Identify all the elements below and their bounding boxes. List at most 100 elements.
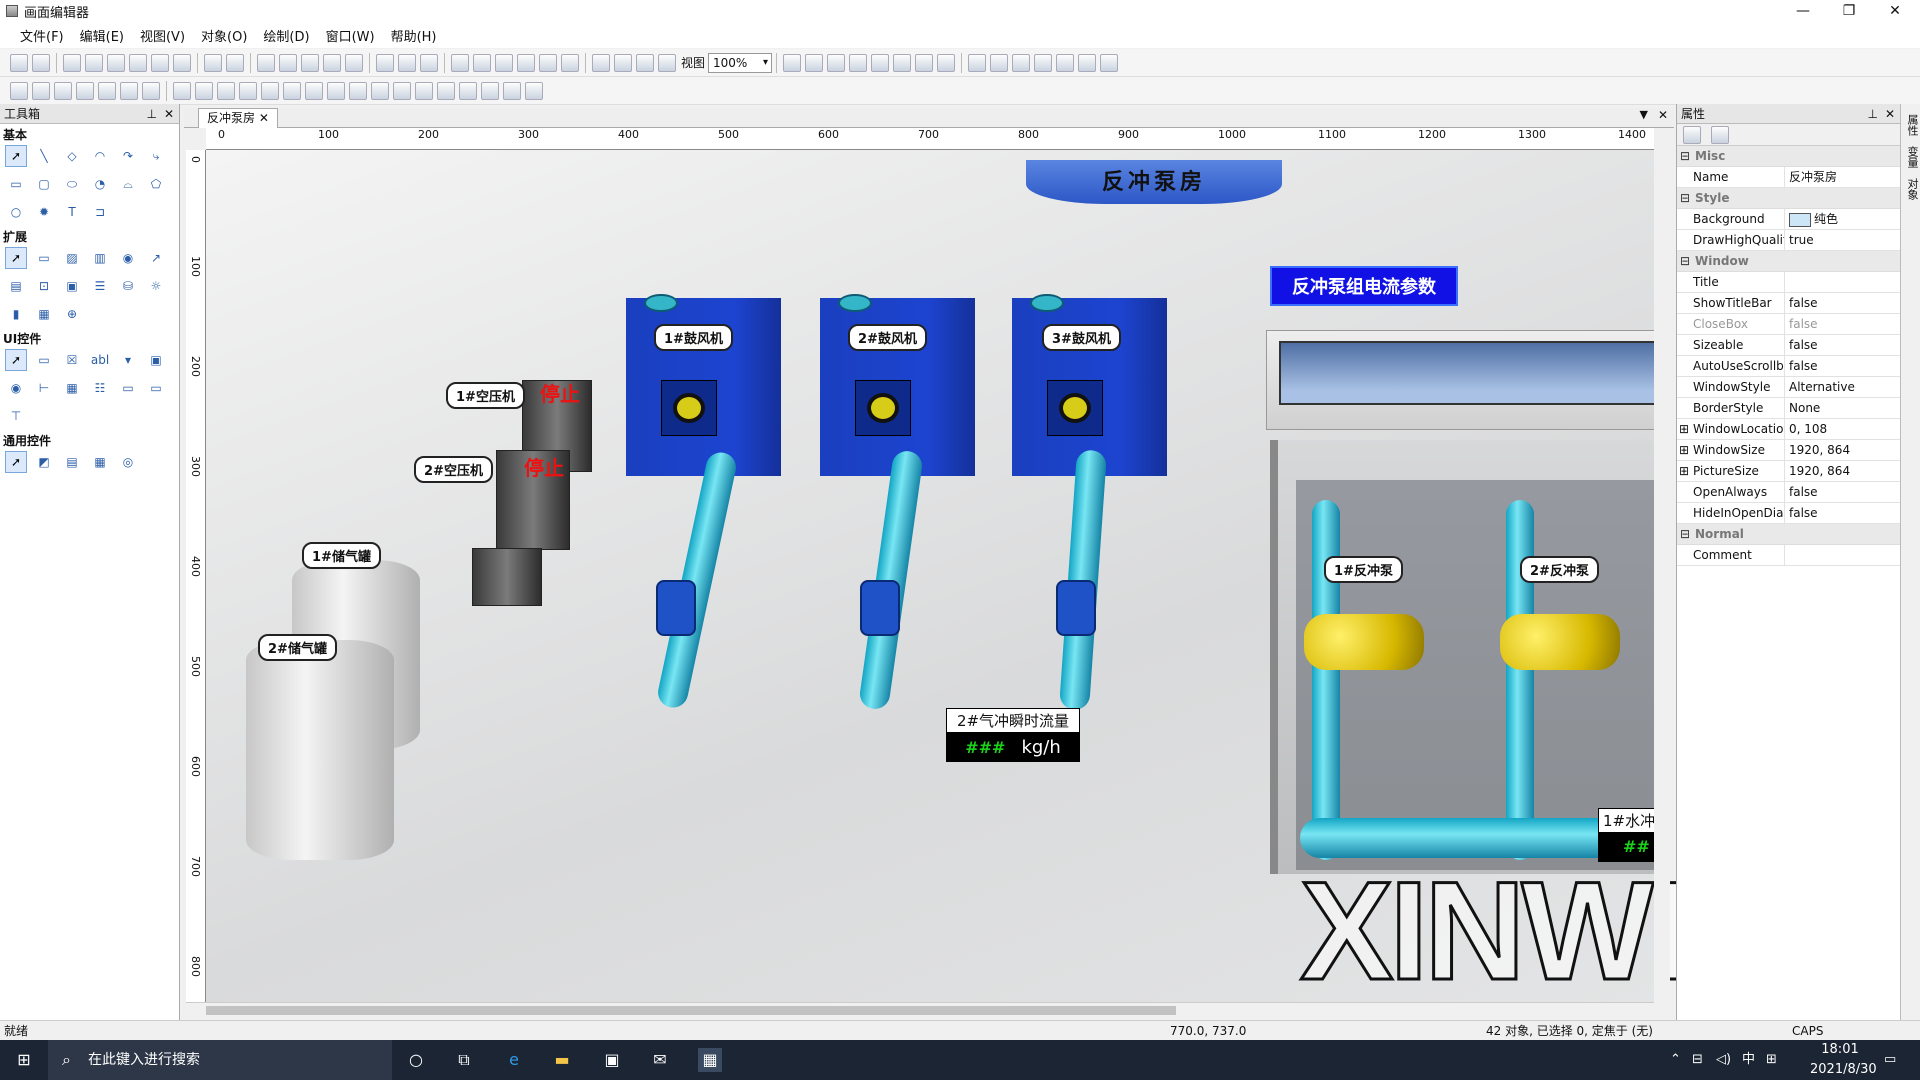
bring-front-icon[interactable] [257, 53, 275, 72]
paste-icon[interactable] [151, 53, 169, 72]
tank-2[interactable] [246, 640, 394, 860]
unlock-icon[interactable] [473, 53, 491, 72]
blower-label-3[interactable]: 3#鼓风机 [1042, 324, 1121, 351]
group-style[interactable]: Style [1677, 188, 1900, 209]
tab-control-icon[interactable]: ▭ [117, 377, 139, 399]
valve-2[interactable] [860, 580, 900, 636]
checkbox-icon[interactable]: ☒ [61, 349, 83, 371]
prop-value[interactable]: Alternative [1785, 377, 1900, 397]
volume-icon[interactable]: ◁) [1716, 1040, 1731, 1080]
group-window[interactable]: Window [1677, 251, 1900, 272]
group-misc[interactable]: Misc [1677, 146, 1900, 167]
globe-icon[interactable]: ⊕ [61, 303, 83, 325]
window-icon[interactable] [420, 53, 438, 72]
more-icon[interactable] [1100, 53, 1119, 72]
bar-icon[interactable]: ▥ [89, 247, 111, 269]
close-icon[interactable]: ✕ [164, 104, 174, 124]
notification-icon[interactable]: ▭ [1884, 1040, 1896, 1080]
zoom-out-icon[interactable] [614, 53, 632, 72]
flip-v-icon[interactable] [217, 81, 235, 100]
undo-icon[interactable] [204, 53, 222, 72]
prop-row[interactable]: DrawHighQualit true [1677, 230, 1900, 251]
prop-row[interactable]: CloseBox false [1677, 314, 1900, 335]
top-icon[interactable] [437, 81, 455, 100]
fit-icon[interactable] [525, 81, 543, 100]
restore-button[interactable]: ❐ [1826, 0, 1872, 22]
pointer-icon[interactable]: ➚ [5, 451, 27, 473]
group-icon[interactable] [301, 53, 319, 72]
pump-label-1[interactable]: 1#反冲泵 [1324, 556, 1403, 583]
arc-icon[interactable]: ◠ [89, 145, 111, 167]
gauge-icon[interactable]: ◉ [117, 247, 139, 269]
prop-row[interactable]: PictureSize1920, 864 [1677, 461, 1900, 482]
properties-icon[interactable] [990, 53, 1009, 72]
prop-row[interactable]: Background 纯色 [1677, 209, 1900, 230]
new-file-icon[interactable] [10, 53, 28, 72]
textbox-icon[interactable]: abl [89, 349, 111, 371]
prop-value[interactable] [1785, 545, 1900, 565]
expand-icon[interactable] [503, 81, 521, 100]
prop-value[interactable]: true [1785, 230, 1900, 250]
groupbox-icon[interactable]: ▣ [145, 349, 167, 371]
chord-icon[interactable]: ⌓ [117, 173, 139, 195]
compressor-label-1[interactable]: 1#空压机 [446, 382, 525, 409]
categorized-icon[interactable] [1683, 125, 1701, 144]
document-tab[interactable]: 反冲泵房 ✕ [198, 108, 278, 128]
backwash-pump-2[interactable] [1500, 614, 1620, 670]
zoom-select[interactable]: 100% [708, 52, 773, 73]
listview-icon[interactable]: ☷ [89, 377, 111, 399]
menu-file[interactable]: 文件(F) [12, 26, 72, 45]
minimize-button[interactable]: — [1780, 0, 1826, 22]
script-icon[interactable] [1078, 53, 1097, 72]
lock-icon[interactable] [451, 53, 469, 72]
prop-row[interactable]: Sizeable false [1677, 335, 1900, 356]
windows-start-icon[interactable]: ⊞ [12, 1048, 36, 1072]
category-extended[interactable]: 扩展 [0, 226, 179, 244]
prop-value[interactable]: false [1785, 314, 1900, 334]
table-control-icon[interactable]: ▤ [61, 451, 83, 473]
image-icon[interactable]: ▨ [61, 247, 83, 269]
prop-value[interactable]: 反冲泵房 [1785, 167, 1900, 187]
star-icon[interactable]: ✹ [33, 201, 55, 223]
snap-icon[interactable] [495, 53, 513, 72]
order-up-icon[interactable] [393, 81, 411, 100]
prop-row[interactable]: BorderStyle None [1677, 398, 1900, 419]
prop-row[interactable]: Name 反冲泵房 [1677, 167, 1900, 188]
rectangle-icon[interactable]: ▭ [5, 173, 27, 195]
zoom-in-icon[interactable] [592, 53, 610, 72]
prop-value[interactable]: false [1785, 482, 1900, 502]
redo-icon[interactable] [226, 53, 244, 72]
backwash-pump-1[interactable] [1304, 614, 1424, 670]
compressor-label-2[interactable]: 2#空压机 [414, 456, 493, 483]
zoom-fit-icon[interactable] [636, 53, 654, 72]
db-icon[interactable]: ⛁ [117, 275, 139, 297]
text-tool-icon[interactable]: T [61, 201, 83, 223]
center-icon[interactable] [142, 81, 160, 100]
align-bottom-edge-icon[interactable] [120, 81, 138, 100]
align-left-edge-icon[interactable] [10, 81, 28, 100]
valve-1[interactable] [656, 580, 696, 636]
pie-icon[interactable]: ◔ [89, 173, 111, 195]
same-width-icon[interactable] [915, 53, 934, 72]
room-title-banner[interactable]: 反冲泵房 [1026, 160, 1282, 204]
width-same-icon[interactable] [305, 81, 323, 100]
side-tab-objects[interactable]: 对象 [1904, 178, 1920, 200]
store-icon[interactable]: ▣ [600, 1048, 624, 1072]
display-icon[interactable]: ▣ [61, 275, 83, 297]
horizontal-scrollbar[interactable] [186, 1002, 1654, 1018]
menu-edit[interactable]: 编辑(E) [72, 26, 132, 45]
tank-label-1[interactable]: 1#储气罐 [302, 542, 381, 569]
prop-value[interactable]: 1920, 864 [1785, 461, 1900, 481]
curve-icon[interactable]: ↷ [117, 145, 139, 167]
chart-control-icon[interactable]: ◩ [33, 451, 55, 473]
valve-3[interactable] [1056, 580, 1096, 636]
align-middle-icon[interactable] [871, 53, 890, 72]
keyboard-icon[interactable]: ⊞ [1766, 1040, 1777, 1080]
prop-value[interactable]: false [1785, 293, 1900, 313]
prop-value[interactable] [1785, 272, 1900, 292]
menu-help[interactable]: 帮助(H) [383, 26, 445, 45]
menu-object[interactable]: 对象(O) [193, 26, 255, 45]
order-down-icon[interactable] [415, 81, 433, 100]
web-icon[interactable]: ◎ [117, 451, 139, 473]
scroll-thumb[interactable] [206, 1006, 1176, 1015]
